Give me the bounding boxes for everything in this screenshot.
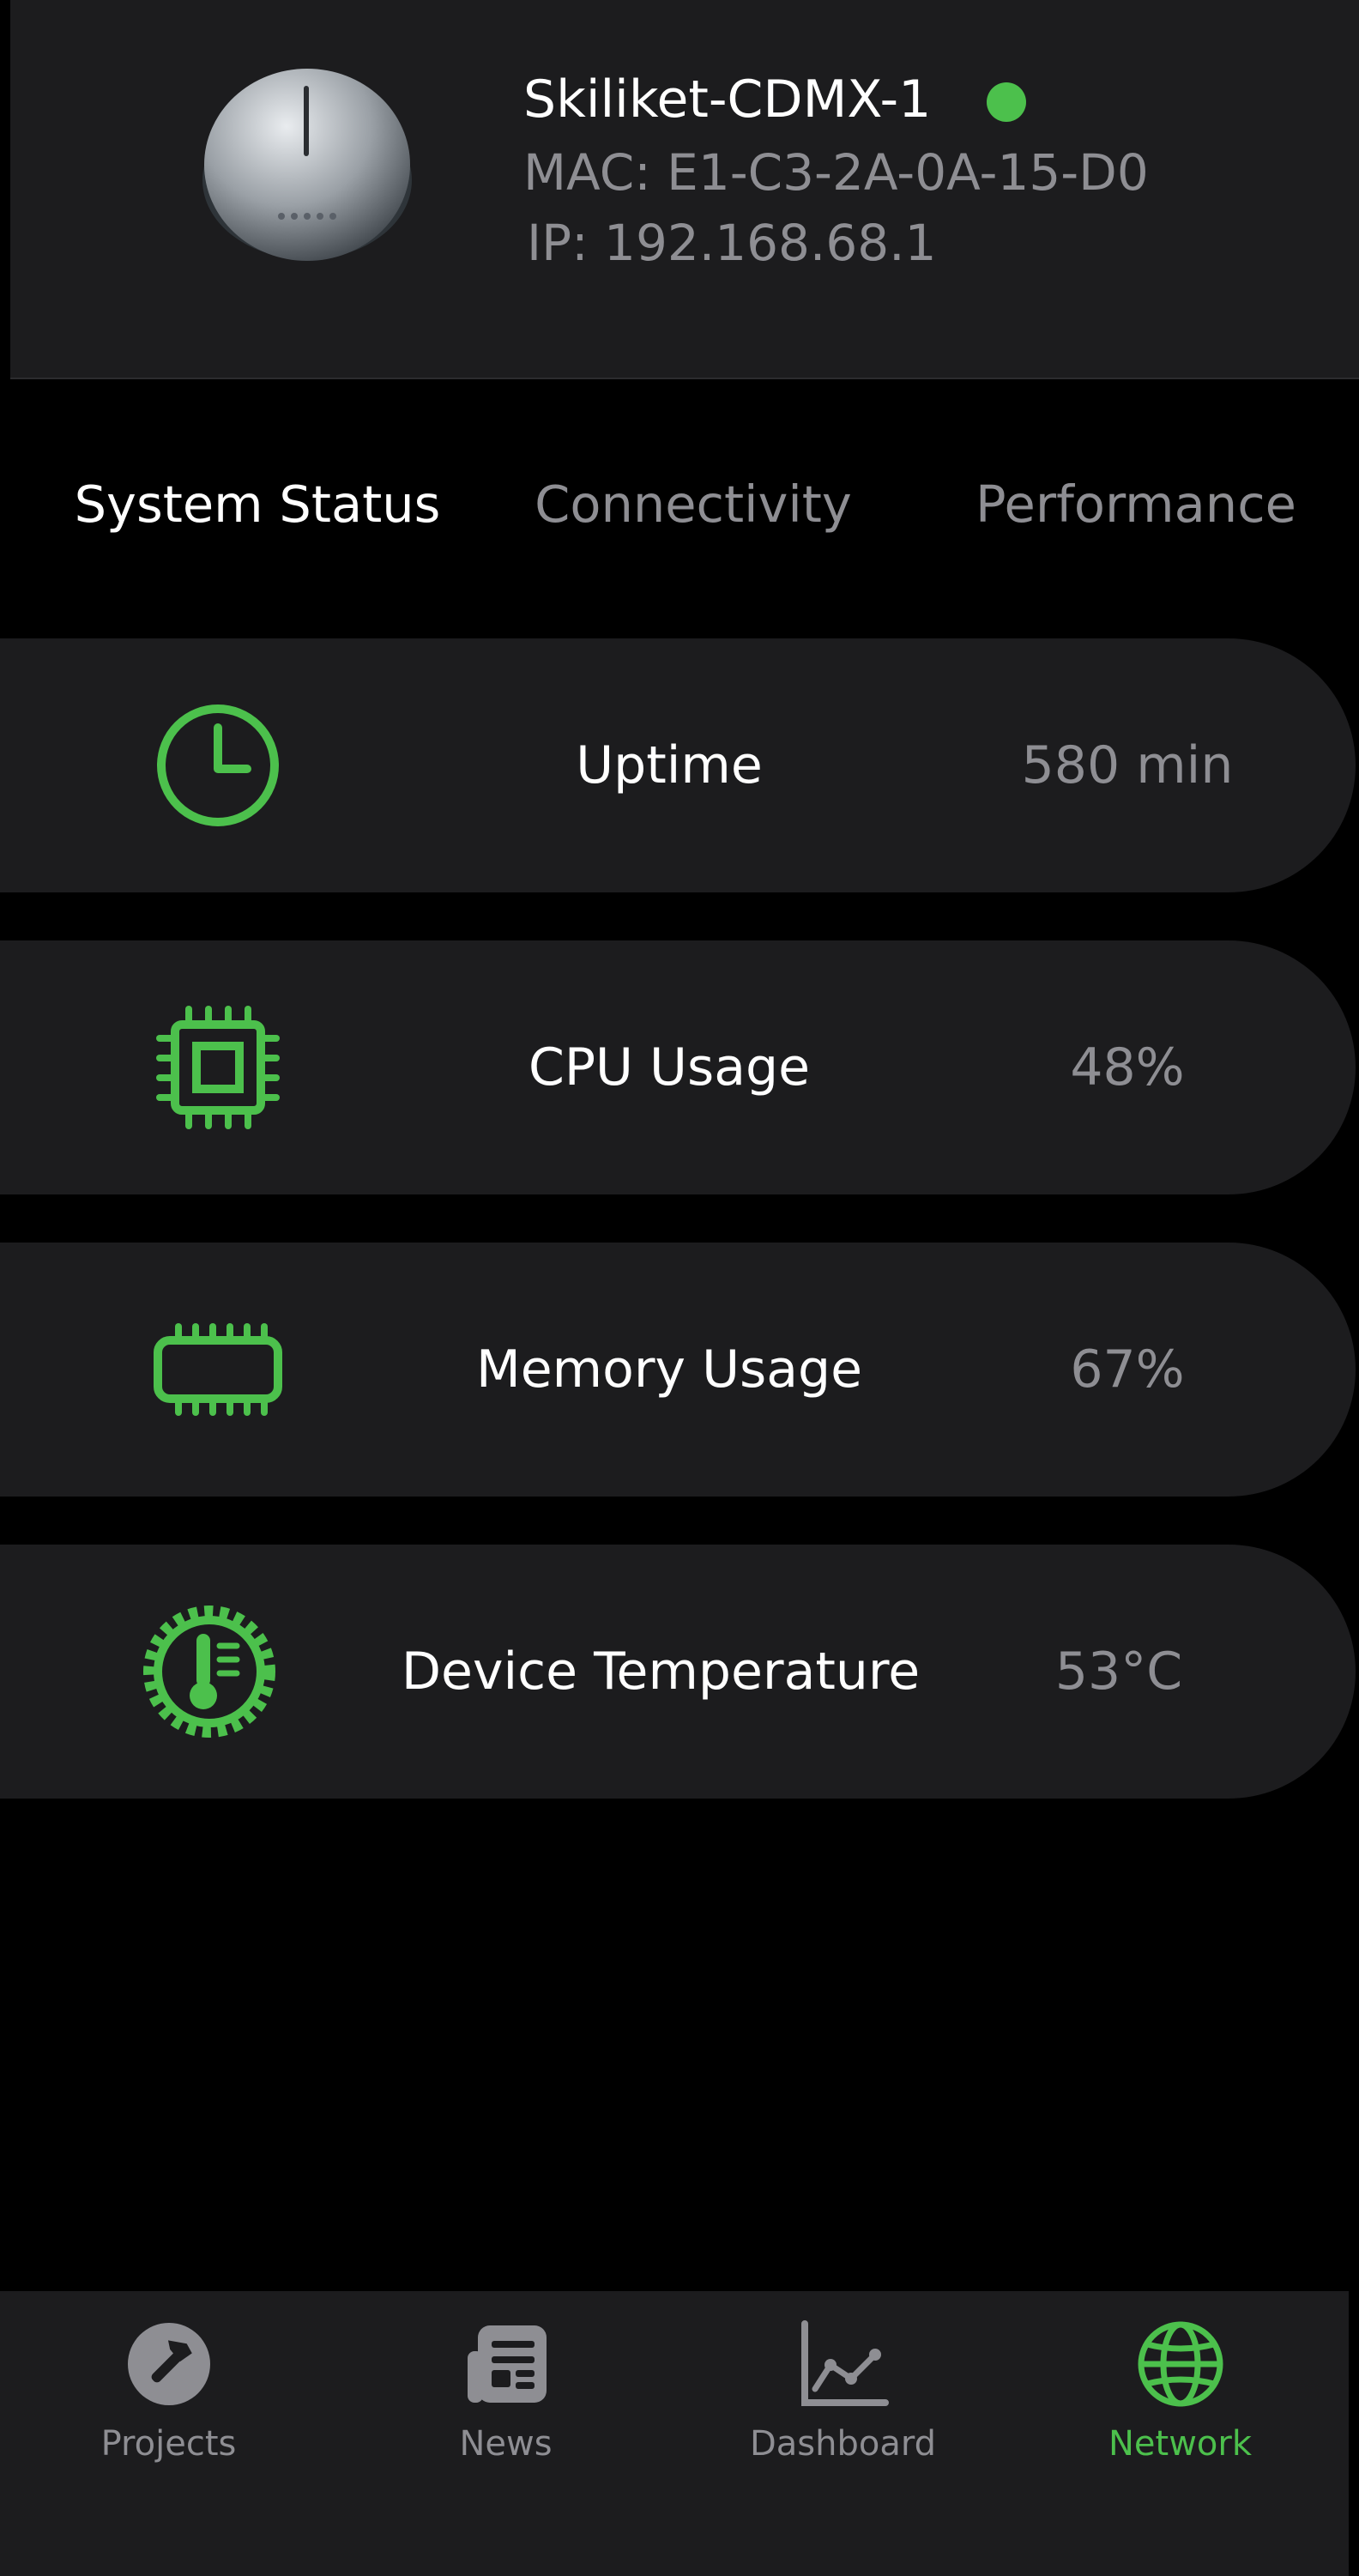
globe-icon xyxy=(1138,2321,1223,2407)
metric-card-uptime: Uptime 580 min xyxy=(0,638,1356,892)
device-name: Skiliket-CDMX-1 xyxy=(523,70,932,130)
tab-connectivity[interactable]: Connectivity xyxy=(535,470,852,539)
nav-news[interactable]: News xyxy=(337,2291,674,2576)
hammer-icon xyxy=(127,2323,210,2405)
device-ip: IP: 192.168.68.1 xyxy=(527,214,937,272)
chart-icon xyxy=(800,2320,889,2406)
metric-value: 67% xyxy=(1070,1339,1185,1400)
nav-label: Network xyxy=(1108,2424,1252,2464)
bottom-tab-bar: Projects News Dashboard Network xyxy=(0,2291,1349,2576)
device-image xyxy=(202,69,412,261)
online-status-dot xyxy=(987,82,1026,122)
metric-card-memory: Memory Usage 67% xyxy=(0,1243,1356,1497)
metric-value: 53°C xyxy=(1054,1642,1183,1702)
nav-label: News xyxy=(459,2424,553,2464)
nav-label: Projects xyxy=(100,2424,237,2464)
metric-value: 48% xyxy=(1070,1037,1185,1098)
nav-projects[interactable]: Projects xyxy=(0,2291,337,2576)
metric-card-temperature: Device Temperature 53°C xyxy=(0,1545,1356,1799)
tab-system-status[interactable]: System Status xyxy=(75,470,441,539)
nav-network[interactable]: Network xyxy=(1012,2291,1349,2576)
tab-performance[interactable]: Performance xyxy=(975,470,1296,539)
metric-value: 580 min xyxy=(1021,735,1234,795)
device-header: Skiliket-CDMX-1 MAC: E1-C3-2A-0A-15-D0 I… xyxy=(10,0,1359,379)
metric-card-cpu: CPU Usage 48% xyxy=(0,940,1356,1194)
nav-label: Dashboard xyxy=(749,2424,936,2464)
device-mac: MAC: E1-C3-2A-0A-15-D0 xyxy=(523,143,1149,202)
nav-dashboard[interactable]: Dashboard xyxy=(674,2291,1012,2576)
newspaper-icon xyxy=(467,2325,547,2403)
